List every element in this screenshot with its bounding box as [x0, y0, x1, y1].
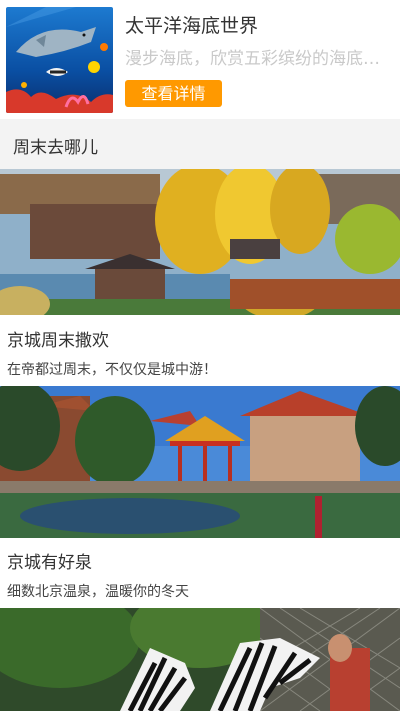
section-header: 周末去哪儿: [0, 119, 400, 169]
article-1-subtitle: 在帝都过周末，不仅仅是城中游！: [7, 362, 217, 378]
promo-description: 漫步海底，欣赏五彩缤纷的海底世界: [125, 49, 391, 69]
view-details-button[interactable]: 查看详情: [125, 80, 222, 107]
promo-title[interactable]: 太平洋海底世界: [125, 11, 258, 38]
article-1-title[interactable]: 京城周末撒欢: [7, 326, 109, 351]
article-2-subtitle: 细数北京温泉，温暖你的冬天: [7, 584, 189, 600]
article-2-title[interactable]: 京城有好泉: [7, 548, 92, 573]
pavilion-pond-photo[interactable]: [0, 386, 400, 538]
zebra-zoo-photo[interactable]: [0, 608, 400, 711]
ocean-world-thumbnail[interactable]: [6, 7, 113, 113]
section-title: 周末去哪儿: [13, 138, 98, 158]
autumn-palace-photo[interactable]: [0, 169, 400, 315]
promo-card[interactable]: 太平洋海底世界 漫步海底，欣赏五彩缤纷的海底世界 查看详情: [0, 0, 400, 119]
